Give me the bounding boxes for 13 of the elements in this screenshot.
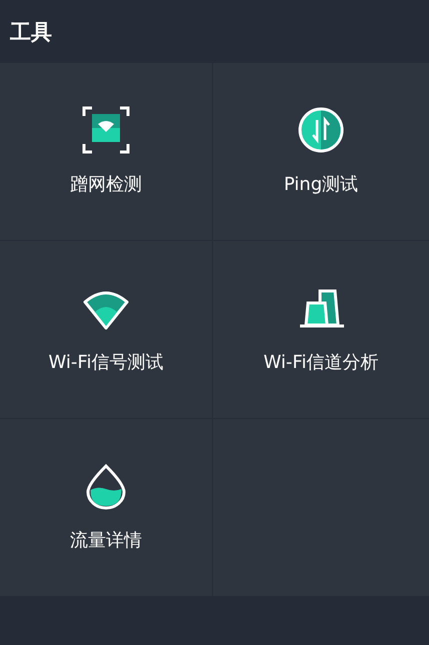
tool-tile[interactable]: Wi-Fi信道分析 [213, 241, 429, 418]
tool-label: Wi-Fi信号测试 [48, 351, 164, 374]
tool-tile[interactable]: Wi-Fi信号测试 [0, 241, 212, 418]
tool-label: Ping测试 [284, 173, 358, 196]
tool-tile[interactable]: 蹭网检测 [0, 63, 212, 240]
tool-label: 流量详情 [70, 529, 142, 552]
page-title: 工具 [10, 18, 52, 46]
tool-label: 蹭网检测 [70, 173, 142, 196]
tool-tile[interactable]: Ping测试 [213, 63, 429, 240]
scan-icon [82, 106, 130, 154]
tool-label: Wi-Fi信道分析 [264, 351, 378, 374]
up-down-arrows-icon [297, 106, 345, 154]
tool-tile[interactable]: 流量详情 [0, 419, 212, 596]
